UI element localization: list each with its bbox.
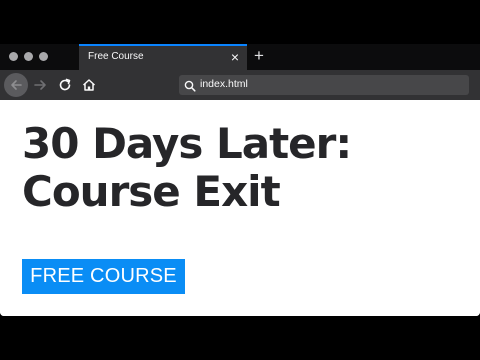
back-icon <box>11 80 22 90</box>
url-bar[interactable]: index.html <box>179 75 469 95</box>
browser-window: Free Course × + index.html 30 Days Later… <box>0 44 480 316</box>
home-button[interactable] <box>81 77 97 98</box>
forward-icon <box>34 80 46 90</box>
page-content: 30 Days Later: Course Exit FREE COURSE <box>0 100 480 316</box>
back-button[interactable] <box>4 73 28 97</box>
forward-button[interactable] <box>33 77 49 98</box>
headline-line-2: Course Exit <box>22 167 281 216</box>
new-tab-icon[interactable]: + <box>254 44 264 68</box>
navigation-bar: index.html <box>0 70 480 100</box>
search-icon <box>184 79 196 97</box>
tab-free-course[interactable]: Free Course × <box>79 44 247 70</box>
close-window-button[interactable] <box>9 52 18 61</box>
maximize-window-button[interactable] <box>39 52 48 61</box>
window-controls <box>9 52 48 61</box>
home-icon <box>82 79 96 91</box>
url-text: index.html <box>200 78 248 90</box>
free-course-badge[interactable]: FREE COURSE <box>22 259 185 294</box>
tab-title: Free Course <box>88 51 144 62</box>
page-title: 30 Days Later: Course Exit <box>22 119 352 216</box>
minimize-window-button[interactable] <box>24 52 33 61</box>
reload-icon <box>59 78 71 91</box>
reload-button[interactable] <box>57 77 73 98</box>
tab-bar: Free Course × + <box>0 44 480 70</box>
tab-close-icon[interactable]: × <box>231 48 239 66</box>
headline-line-1: 30 Days Later: <box>22 119 352 168</box>
